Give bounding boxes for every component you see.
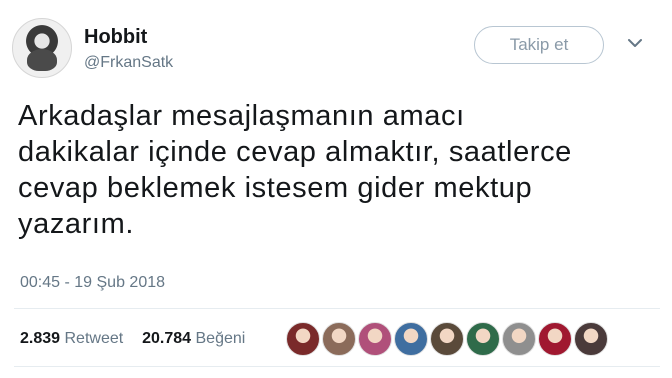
engagement-stats: 2.839 Retweet 20.784 Beğeni	[20, 330, 245, 348]
liker-avatar[interactable]	[286, 322, 320, 356]
liker-avatar[interactable]	[502, 322, 536, 356]
like-label[interactable]: Beğeni	[196, 330, 246, 347]
liker-avatar[interactable]	[574, 322, 608, 356]
liker-avatar[interactable]	[538, 322, 572, 356]
divider	[14, 308, 660, 309]
liker-avatar[interactable]	[466, 322, 500, 356]
tweet-line: dakikalar içinde cevap almaktır, saatler…	[18, 136, 572, 168]
like-count[interactable]: 20.784	[142, 330, 191, 347]
timestamp[interactable]: 00:45 - 19 Şub 2018	[20, 274, 165, 292]
tweet-text: Arkadaşlar mesajlaşmanın amacı dakikalar…	[18, 98, 658, 242]
tweet-line: yazarım.	[18, 208, 134, 240]
divider	[14, 366, 660, 367]
follow-button[interactable]: Takip et	[474, 26, 604, 64]
user-handle[interactable]: @FrkanSatk	[84, 54, 173, 72]
retweet-count[interactable]: 2.839	[20, 330, 60, 347]
chevron-down-icon[interactable]	[626, 34, 644, 52]
liker-avatar[interactable]	[322, 322, 356, 356]
liker-avatar[interactable]	[394, 322, 428, 356]
tweet-line: cevap beklemek istesem gider mektup	[18, 172, 533, 204]
avatar[interactable]	[12, 18, 72, 78]
display-name[interactable]: Hobbit	[84, 26, 147, 49]
tweet-line: Arkadaşlar mesajlaşmanın amacı	[18, 100, 465, 132]
liker-avatar[interactable]	[358, 322, 392, 356]
liker-avatar[interactable]	[430, 322, 464, 356]
retweet-label[interactable]: Retweet	[65, 330, 124, 347]
